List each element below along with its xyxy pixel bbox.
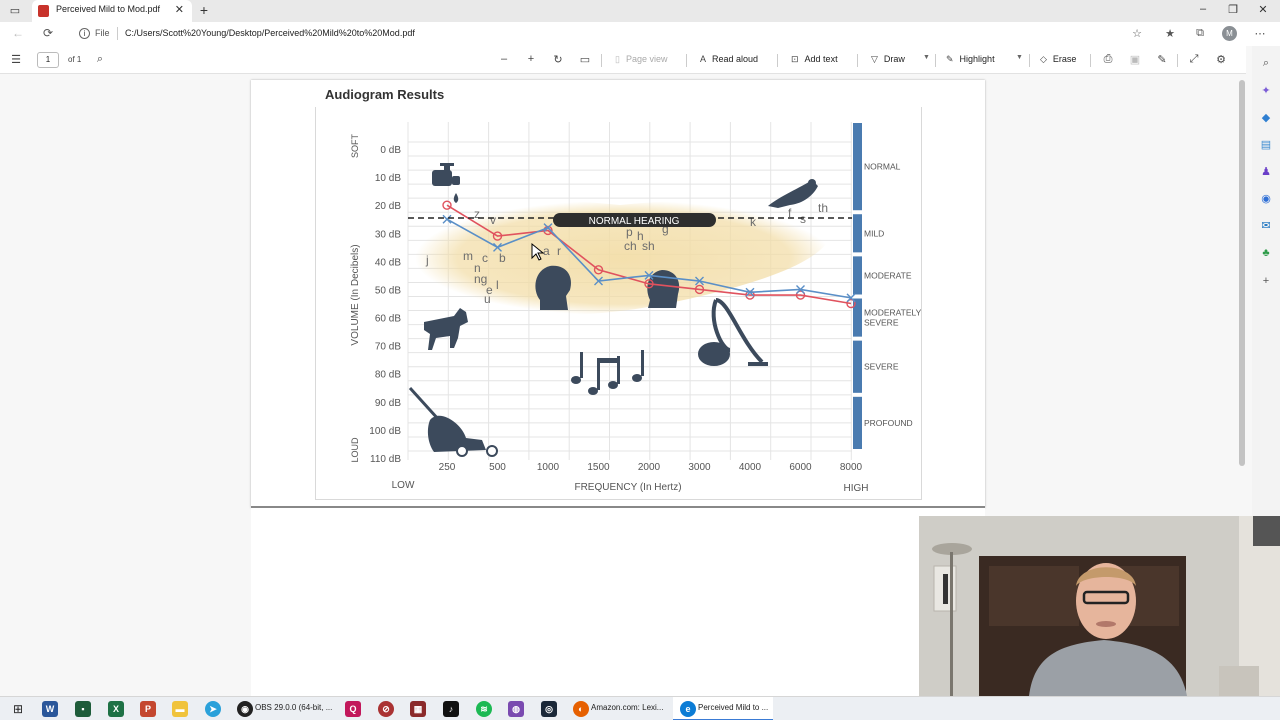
severity-band-label: MODERATELY [864, 308, 922, 318]
y-tick-label: 0 dB [380, 145, 401, 156]
x-axis-title: FREQUENCY (In Hertz) [574, 482, 681, 493]
shopping-tag-icon[interactable]: ◆ [1259, 111, 1273, 125]
speech-sound-label: j [425, 253, 429, 267]
speech-sound-label: b [499, 251, 506, 265]
y-tick-label: 60 dB [375, 314, 401, 325]
speech-sound-label: k [750, 215, 757, 229]
document-scrollbar[interactable] [1239, 80, 1245, 466]
firefox-icon[interactable]: ◐ [573, 701, 589, 717]
speech-sound-label: z [474, 207, 480, 221]
severity-band-label: SEVERE [864, 318, 899, 328]
speech-sound-label: ch [624, 239, 637, 253]
y-tick-label: 30 dB [375, 229, 401, 240]
y-axis-title: VOLUME (In Decibels) [350, 244, 361, 345]
webcam-overlay [919, 516, 1280, 696]
office-icon[interactable]: ◉ [1259, 192, 1273, 206]
speech-sound-label: c [482, 251, 488, 265]
x-tick-label: 250 [439, 462, 456, 473]
y-tick-label: 80 dB [375, 370, 401, 381]
y-tick-label: 50 dB [375, 285, 401, 296]
dog-icon [424, 308, 468, 350]
y-soft-label: SOFT [350, 133, 360, 158]
severity-band-label: NORMAL [864, 162, 901, 172]
x-tick-label: 1000 [537, 462, 560, 473]
speech-sound-label: r [557, 244, 561, 258]
outlook-icon[interactable]: ✉ [1259, 219, 1273, 233]
search-icon[interactable]: ⌕ [1259, 56, 1273, 70]
app-icon[interactable]: ▪ [75, 701, 91, 717]
y-tick-label: 90 dB [375, 398, 401, 409]
vacuum-icon [698, 298, 768, 366]
speech-sound-label: sh [642, 239, 655, 253]
x-tick-label: 6000 [789, 462, 812, 473]
tiktok-icon[interactable]: ♪ [443, 701, 459, 717]
excel-icon[interactable]: X [108, 701, 124, 717]
severity-bands: NORMALMILDMODERATEMODERATELYSEVERESEVERE… [853, 123, 922, 449]
add-sidebar-app-icon[interactable]: + [1259, 274, 1273, 288]
webcam-video-frame [919, 516, 1280, 696]
games-icon[interactable]: ♟ [1259, 165, 1273, 179]
normal-hearing-label: NORMAL HEARING [589, 216, 680, 227]
x-tick-label: 500 [489, 462, 506, 473]
severity-band-label: MILD [864, 228, 884, 238]
y-tick-label: 110 dB [370, 454, 401, 465]
copilot-icon[interactable]: ✦ [1259, 84, 1273, 98]
speech-sound-label: u [484, 292, 491, 306]
calendar-app-icon[interactable]: ▦ [410, 701, 426, 717]
y-tick-label: 20 dB [375, 201, 401, 212]
tools-icon[interactable]: ▤ [1259, 138, 1273, 152]
speech-sound-label: p [626, 225, 633, 239]
music-notes-icon [571, 350, 644, 395]
severity-band-label: PROFOUND [864, 418, 913, 428]
x-tick-label: 3000 [688, 462, 711, 473]
x-low-label: LOW [392, 480, 415, 491]
word-icon[interactable]: W [42, 701, 58, 717]
severity-band-label: SEVERE [864, 362, 899, 372]
severity-band-bar [853, 396, 862, 449]
x-tick-label: 1500 [587, 462, 610, 473]
x-tick-label: 2000 [638, 462, 661, 473]
severity-band-bar [853, 256, 862, 295]
steam-icon[interactable]: ◎ [541, 701, 557, 717]
y-tick-label: 100 dB [369, 426, 401, 437]
y-tick-label: 10 dB [375, 173, 401, 184]
severity-band-label: MODERATE [864, 270, 912, 280]
y-tick-label: 70 dB [375, 342, 401, 353]
tree-icon[interactable]: ♣ [1259, 246, 1273, 260]
y-loud-label: LOUD [350, 437, 360, 463]
app-blocked-icon[interactable]: ⊘ [378, 701, 394, 717]
speech-sound-label: l [496, 278, 499, 292]
x-tick-label: 8000 [840, 462, 863, 473]
edge-taskbar-label[interactable]: Perceived Mild to ... [698, 703, 768, 712]
y-tick-label: 40 dB [375, 257, 401, 268]
powerpoint-icon[interactable]: P [140, 701, 156, 717]
speech-sound-label: v [490, 213, 496, 227]
severity-band-bar [853, 340, 862, 393]
speech-sound-label: s [800, 212, 806, 226]
edge-icon[interactable]: e [680, 701, 696, 717]
x-high-label: HIGH [844, 483, 869, 494]
speech-sound-label: a [543, 244, 550, 258]
x-tick-label: 4000 [739, 462, 762, 473]
severity-band-bar [853, 123, 862, 211]
app-purple-icon[interactable]: ◍ [508, 701, 524, 717]
windows-start-icon[interactable]: ⊞ [10, 701, 26, 717]
obs-taskbar-label[interactable]: OBS 29.0.0 (64-bit, ... [255, 703, 332, 712]
lawn-mower-icon [408, 386, 498, 457]
faucet-icon [432, 163, 460, 203]
speech-sound-label: th [818, 201, 828, 215]
folder-icon[interactable]: ▬ [172, 701, 188, 717]
app-q-icon[interactable]: Q [345, 701, 361, 717]
windows-taskbar: ⊞ W ▪ X P ▬ ➤ ◉ OBS 29.0.0 (64-bit, ... … [0, 696, 1280, 720]
severity-band-bar [853, 214, 862, 253]
firefox-taskbar-label[interactable]: Amazon.com: Lexi... [591, 703, 663, 712]
spotify-icon[interactable]: ≋ [476, 701, 492, 717]
obs-icon[interactable]: ◉ [237, 701, 253, 717]
telegram-icon[interactable]: ➤ [205, 701, 221, 717]
speech-sound-label: m [463, 249, 473, 263]
